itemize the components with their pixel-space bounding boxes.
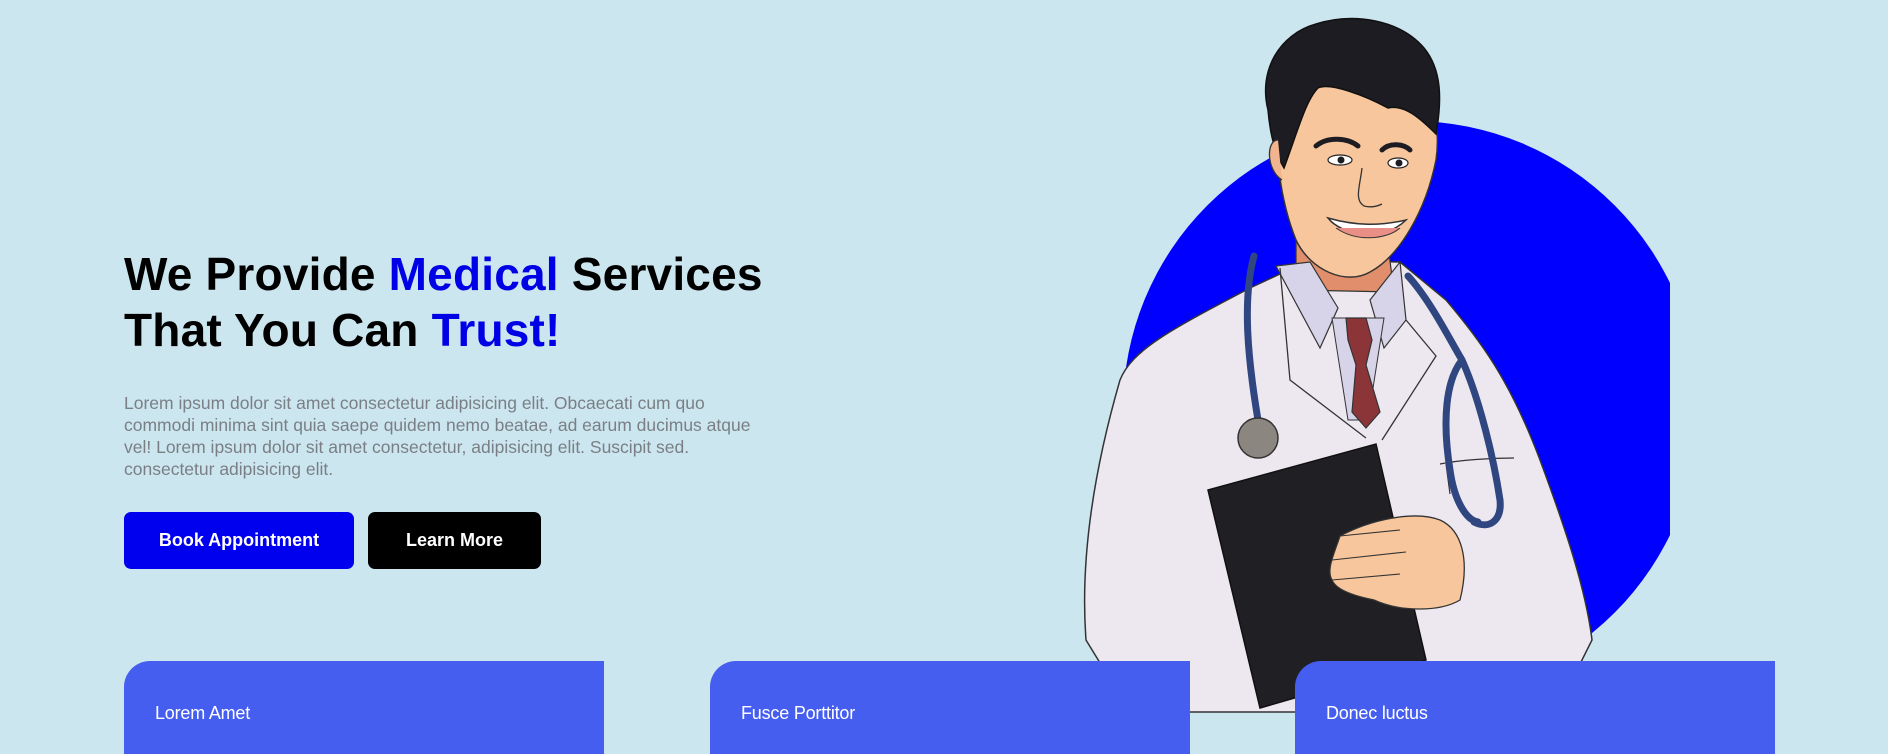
service-card-title: Donec luctus bbox=[1326, 703, 1428, 723]
hero-title-accent-trust: Trust! bbox=[431, 304, 561, 356]
hero-title-part2: Services bbox=[558, 248, 763, 300]
book-appointment-button[interactable]: Book Appointment bbox=[124, 512, 354, 569]
hero-title: We Provide Medical Services That You Can … bbox=[124, 246, 824, 358]
hero-title-accent-medical: Medical bbox=[388, 248, 559, 300]
doctor-illustration bbox=[1083, 17, 1670, 713]
service-card-2[interactable]: Fusce Porttitor bbox=[710, 661, 1190, 754]
learn-more-button[interactable]: Learn More bbox=[368, 512, 541, 569]
service-card-1[interactable]: Lorem Amet bbox=[124, 661, 604, 754]
page: We Provide Medical Services That You Can … bbox=[0, 0, 1888, 754]
hero-button-row: Book Appointment Learn More bbox=[124, 512, 824, 569]
stethoscope-chestpiece bbox=[1237, 417, 1279, 459]
hero-description: Lorem ipsum dolor sit amet consectetur a… bbox=[124, 393, 751, 479]
hero-section: We Provide Medical Services That You Can … bbox=[124, 246, 824, 569]
service-card-title: Lorem Amet bbox=[155, 703, 251, 723]
service-card-title: Fusce Porttitor bbox=[741, 703, 856, 723]
hero-title-part1: We Provide bbox=[124, 248, 389, 300]
hero-title-part3: That You Can bbox=[124, 304, 432, 356]
service-card-3[interactable]: Donec luctus bbox=[1295, 661, 1775, 754]
